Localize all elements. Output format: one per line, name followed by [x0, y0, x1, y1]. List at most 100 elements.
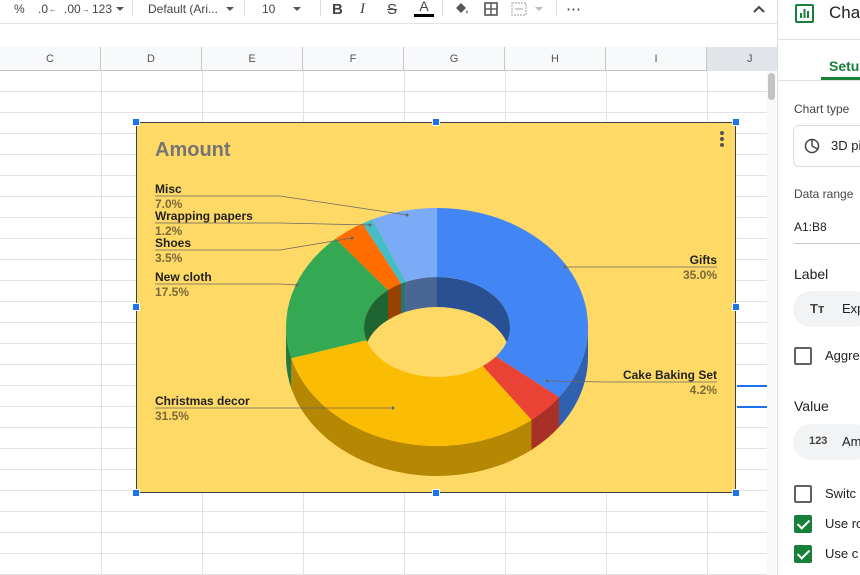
resize-handle-sw[interactable] — [132, 489, 140, 497]
toolbar-divider — [244, 0, 245, 16]
borders-icon[interactable] — [480, 0, 502, 18]
aggregate-label: Aggre — [825, 348, 860, 363]
bold-button[interactable]: B — [332, 0, 343, 18]
column-header-h[interactable]: H — [505, 47, 606, 71]
data-range-underline — [794, 243, 860, 244]
label-section-title: Label — [794, 266, 829, 282]
switch-rows-columns-label: Switc — [825, 486, 857, 501]
decrease-decimal-button[interactable]: .0 ← — [38, 0, 57, 18]
increase-decimal-button[interactable]: .00 → — [64, 0, 90, 18]
more-formats-button[interactable]: 123 — [92, 0, 125, 18]
chevron-down-icon — [226, 7, 235, 11]
resize-handle-w[interactable] — [132, 303, 140, 311]
slice-value-misc: 7.0% — [155, 197, 183, 211]
resize-handle-s[interactable] — [432, 489, 440, 497]
leader-dot-shoes — [350, 236, 354, 240]
more-formats-label: 123 — [92, 2, 113, 16]
column-headers: C D E F G H I J — [0, 47, 807, 71]
column-header-f[interactable]: F — [303, 47, 404, 71]
value-section-title: Value — [794, 398, 829, 414]
text-color-button[interactable]: A — [414, 0, 434, 18]
column-header-c[interactable]: C — [0, 47, 101, 71]
more-options-button[interactable]: ⋯ — [566, 0, 582, 18]
slice-label-wrapping-papers: Wrapping papers — [155, 209, 253, 223]
merge-cells-icon[interactable] — [510, 0, 546, 18]
label-field-value: Exp — [842, 301, 860, 316]
grid-column-line — [101, 71, 102, 575]
slice-value-gifts: 35.0% — [683, 268, 717, 282]
spreadsheet-app: % .0 ← .00 → 123 Default (Ari... 10 B I S … — [0, 0, 860, 575]
slice-inner-wall-wrapping-papers — [400, 281, 406, 314]
scrollbar-thumb[interactable] — [768, 73, 775, 100]
slice-label-cake-baking-set: Cake Baking Set — [623, 368, 717, 382]
text-type-icon: Tт — [810, 301, 825, 316]
leader-dot-christmas-decor — [391, 406, 395, 410]
column-header-d[interactable]: D — [101, 47, 202, 71]
donut-chart-svg: Gifts35.0% Cake Baking Set4.2% Christmas d… — [155, 182, 718, 477]
increase-decimal-label: .00 — [64, 2, 81, 16]
decrease-decimal-label: .0 — [38, 2, 49, 16]
column-header-i[interactable]: I — [606, 47, 707, 71]
slice-label-misc: Misc — [155, 182, 182, 196]
tab-setup[interactable]: Setu — [829, 58, 859, 74]
leader-dot-cake-baking-set — [545, 379, 549, 383]
strikethrough-button[interactable]: S — [387, 0, 397, 18]
resize-handle-se[interactable] — [732, 489, 740, 497]
grid-row-line — [0, 532, 767, 533]
text-color-letter: A — [419, 0, 429, 14]
chart-editor-panel: Cha Setu Chart type 3D pi Data range A1:… — [777, 0, 860, 575]
column-header-g[interactable]: G — [404, 47, 505, 71]
slice-value-wrapping-papers: 1.2% — [155, 224, 183, 238]
resize-handle-ne[interactable] — [732, 118, 740, 126]
value-field-value: Am — [842, 434, 860, 449]
use-row-headers-label: Use ro — [825, 516, 860, 531]
slice-label-shoes: Shoes — [155, 236, 191, 250]
slice-value-cake-baking-set: 4.2% — [690, 383, 718, 397]
chart-object[interactable]: Amount Gifts 35.0% Cake Baking Set 4.2% Chri… — [136, 122, 736, 493]
italic-button[interactable]: I — [360, 0, 365, 18]
grid-row-line — [0, 112, 767, 113]
resize-handle-nw[interactable] — [132, 118, 140, 126]
collapse-toolbar-icon[interactable] — [748, 0, 770, 18]
leader-line-wrapping-papers — [155, 222, 371, 226]
toolbar-divider — [556, 0, 557, 16]
aggregate-checkbox[interactable] — [794, 347, 812, 365]
grid-row-line — [0, 511, 767, 512]
percent-format-button[interactable]: % — [14, 0, 25, 18]
font-family-select[interactable]: Default (Ari... — [148, 0, 235, 18]
range-highlight-line — [737, 406, 767, 408]
toolbar-divider — [320, 0, 321, 16]
resize-handle-n[interactable] — [432, 118, 440, 126]
slice-value-new-cloth: 17.5% — [155, 285, 189, 299]
data-range-value[interactable]: A1:B8 — [794, 220, 827, 234]
font-size-select[interactable]: 10 — [262, 0, 302, 18]
chart-editor-icon — [795, 4, 814, 23]
slice-inner-wall-misc — [405, 277, 437, 312]
leader-dot-gifts — [563, 265, 567, 269]
number-type-icon: 123 — [809, 435, 828, 447]
leader-dot-new-cloth — [295, 283, 299, 287]
font-family-value: Default (Ari... — [148, 2, 219, 16]
grid-row-line — [0, 553, 767, 554]
column-header-e[interactable]: E — [202, 47, 303, 71]
fill-color-icon[interactable] — [450, 0, 472, 18]
toolbar: % .0 ← .00 → 123 Default (Ari... 10 B I S … — [0, 0, 777, 24]
chart-type-value: 3D pi — [831, 138, 860, 153]
slice-label-gifts: Gifts — [690, 253, 718, 267]
range-highlight-line — [737, 385, 767, 387]
panel-header: Cha — [778, 0, 860, 40]
chevron-down-icon — [293, 7, 302, 11]
text-color-swatch — [414, 14, 434, 17]
vertical-scrollbar[interactable] — [767, 71, 776, 575]
use-row-headers-checkbox[interactable] — [794, 515, 812, 533]
toolbar-divider — [132, 0, 133, 16]
tabs-divider — [778, 80, 860, 81]
panel-title: Cha — [829, 3, 860, 22]
leader-dot-wrapping-papers — [368, 223, 372, 227]
slice-value-christmas-decor: 31.5% — [155, 409, 189, 423]
slice-label-christmas-decor: Christmas decor — [155, 394, 250, 408]
use-column-labels-label: Use c — [825, 546, 859, 561]
switch-rows-columns-checkbox[interactable] — [794, 485, 812, 503]
use-column-labels-checkbox[interactable] — [794, 545, 812, 563]
resize-handle-e[interactable] — [732, 303, 740, 311]
